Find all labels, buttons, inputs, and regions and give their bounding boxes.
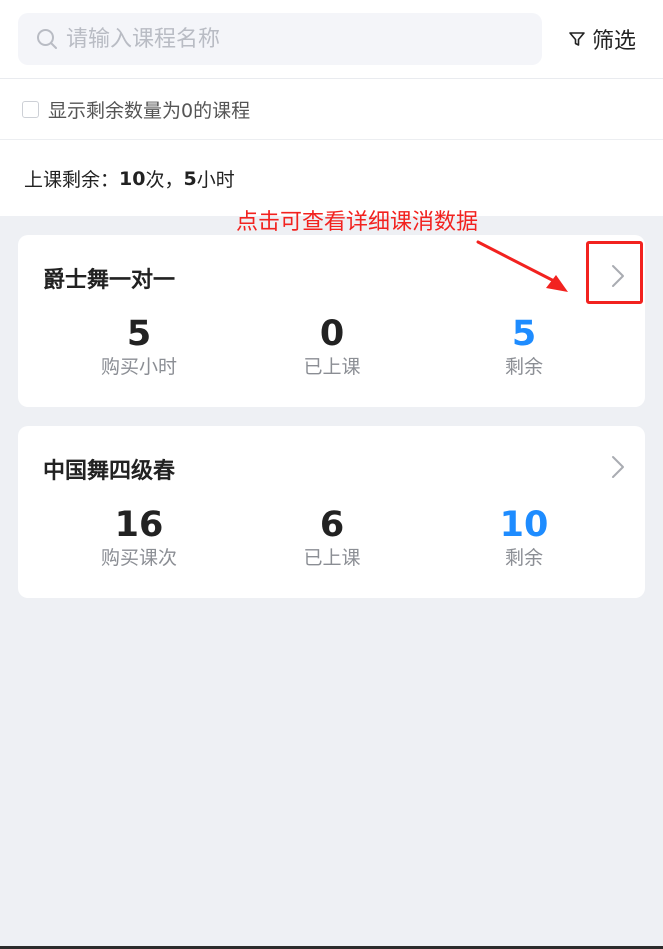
stat-label: 剩余 [504, 356, 543, 378]
chevron-right-icon[interactable] [609, 452, 627, 486]
search-bar: 筛选 [0, 0, 663, 79]
stat-value: 0 [319, 314, 345, 354]
annotation-arrow-icon [476, 240, 568, 292]
stat-attended: 6 已上课 [252, 505, 412, 570]
search-box[interactable] [18, 13, 542, 65]
header-section: 筛选 显示剩余数量为0的课程 上课剩余：10次，5小时 [0, 0, 663, 216]
show-zero-checkbox[interactable] [22, 100, 39, 118]
stat-value: 10 [499, 505, 549, 545]
stat-purchased: 16 购买课次 [59, 505, 219, 570]
filter-label: 筛选 [592, 29, 637, 54]
remaining-hours-unit: 小时 [196, 169, 235, 191]
course-card[interactable]: 中国舞四级春 16 购买课次 6 已上课 10 剩余 [18, 426, 645, 598]
search-input[interactable] [66, 26, 506, 52]
course-title: 爵士舞一对一 [43, 268, 176, 293]
annotation-text: 点击可查看详细课消数据 [236, 210, 479, 235]
stat-label: 已上课 [303, 547, 361, 569]
stat-remaining: 5 剩余 [444, 314, 604, 379]
stat-value: 6 [319, 505, 345, 545]
stat-label: 已上课 [303, 356, 361, 378]
stat-label: 剩余 [504, 547, 543, 569]
show-zero-label: 显示剩余数量为0的课程 [48, 99, 251, 122]
show-zero-row[interactable]: 显示剩余数量为0的课程 [0, 79, 663, 140]
remaining-prefix: 上课剩余： [24, 169, 120, 191]
filter-icon [569, 32, 585, 46]
remaining-hours: 5 [183, 167, 197, 190]
course-title: 中国舞四级春 [43, 459, 176, 484]
stat-value: 5 [511, 314, 537, 354]
remaining-count: 10 [119, 167, 146, 190]
stat-attended: 0 已上课 [252, 314, 412, 379]
stat-label: 购买课次 [100, 547, 177, 569]
stat-value: 16 [114, 505, 164, 545]
remaining-count-unit: 次， [145, 169, 184, 191]
filter-button[interactable]: 筛选 [568, 23, 636, 55]
stat-value: 5 [126, 314, 152, 354]
stat-purchased: 5 购买小时 [59, 314, 219, 379]
stat-label: 购买小时 [100, 356, 177, 378]
search-icon [37, 29, 57, 49]
stat-remaining: 10 剩余 [444, 505, 604, 570]
annotation-highlight-box [586, 241, 643, 304]
